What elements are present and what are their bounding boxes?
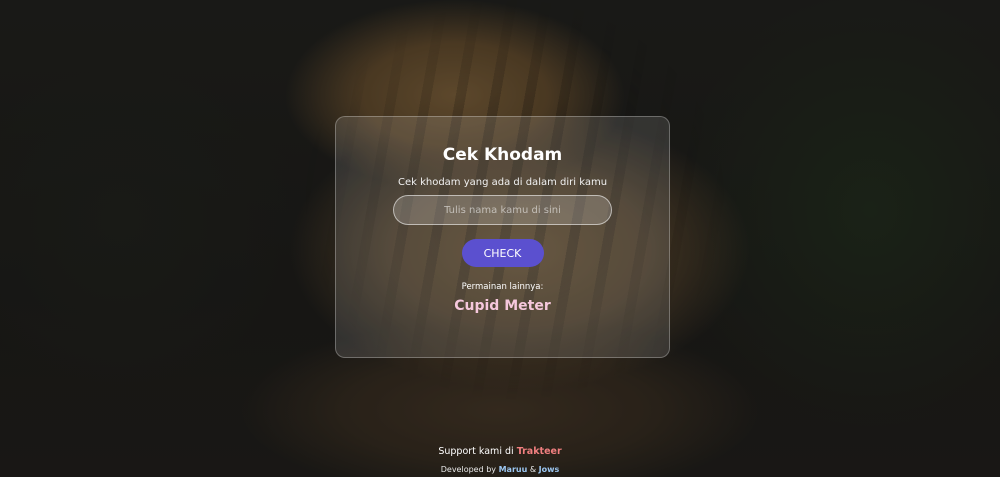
name-input[interactable]	[393, 195, 612, 225]
cupid-meter-link[interactable]: Cupid Meter	[454, 298, 550, 314]
check-button[interactable]: CHECK	[461, 239, 544, 267]
jows-link[interactable]: Jows	[539, 465, 560, 474]
trakteer-link[interactable]: Trakteer	[517, 446, 562, 457]
subtitle: Cek khodam yang ada di dalam diri kamu	[397, 177, 608, 188]
support-footer: Support kami di Trakteer	[0, 446, 1000, 457]
support-text: Support kami di	[438, 446, 514, 457]
developed-by-text: Developed by	[440, 465, 497, 474]
maruu-link[interactable]: Maruu	[499, 465, 528, 474]
ampersand: &	[529, 465, 537, 474]
khodam-card: Cek Khodam Cek khodam yang ada di dalam …	[335, 116, 670, 358]
other-games-label: Permainan lainnya:	[461, 282, 544, 292]
page-title: Cek Khodam	[442, 145, 563, 165]
developer-footer: Developed by Maruu & Jows	[0, 465, 1000, 474]
